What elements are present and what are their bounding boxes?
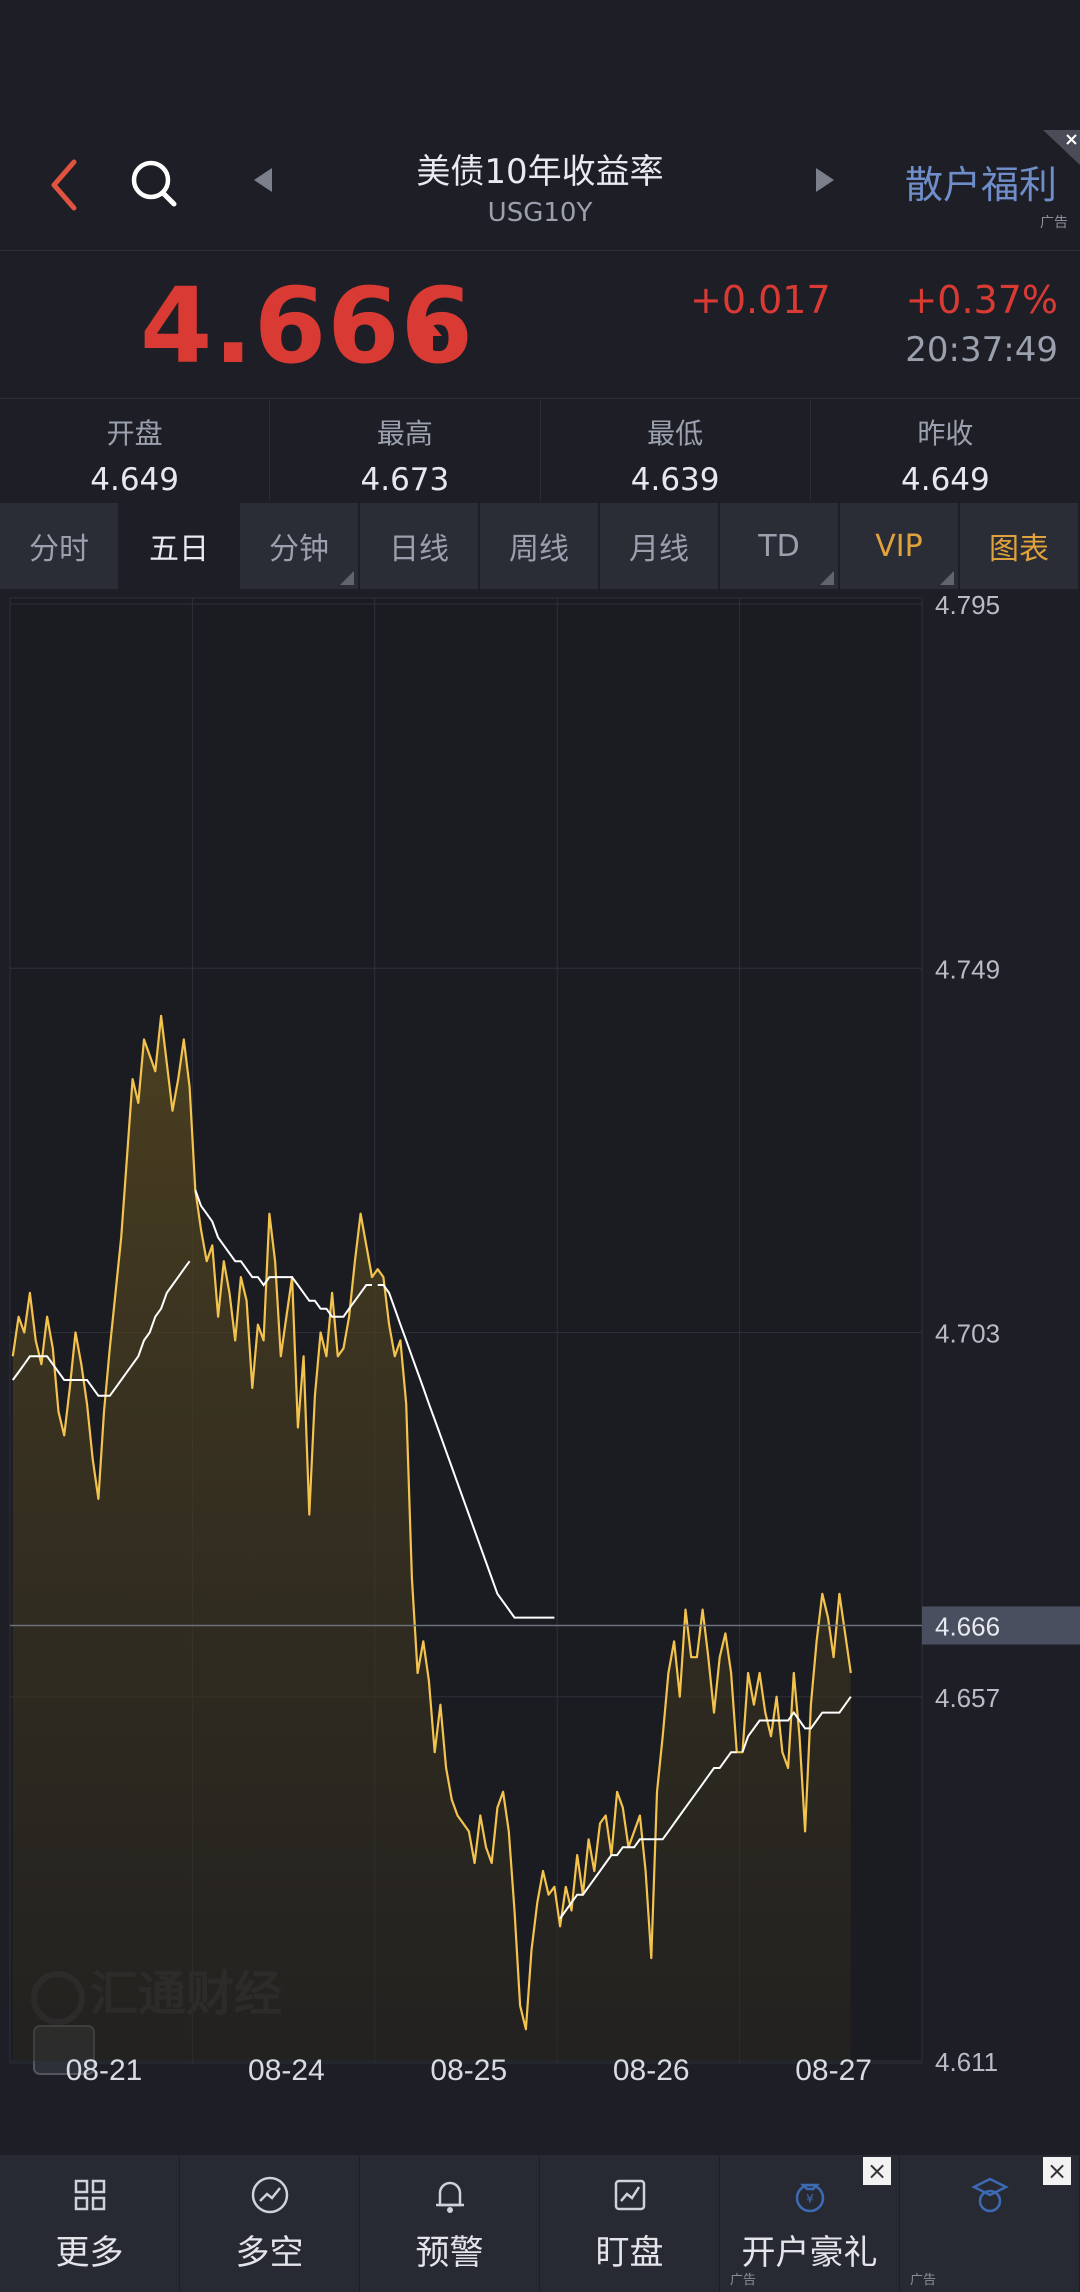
stat-value: 4.639 <box>630 462 720 498</box>
nav-label: 更多 <box>55 2233 124 2273</box>
stat-label: 最高 <box>376 417 433 450</box>
tab-label: TD <box>758 528 800 564</box>
header: 美债10年收益率 USG10Y 散户福利 广告 <box>0 130 1080 250</box>
tab-5[interactable]: 月线 <box>600 503 720 589</box>
ad-label: 广告 <box>730 2273 757 2288</box>
page-title: 美债10年收益率 <box>416 152 664 192</box>
divider <box>0 398 1080 399</box>
current-price-label: 4.666 <box>935 1611 1000 1641</box>
tab-label: VIP <box>875 528 923 564</box>
y-tick-label: 4.703 <box>935 1319 1000 1349</box>
stat-value: 4.673 <box>360 462 450 498</box>
y-tick-label: 4.611 <box>935 2047 998 2077</box>
dropdown-corner-icon <box>940 571 954 585</box>
stat-value: 4.649 <box>901 462 990 498</box>
stat-value: 4.649 <box>90 462 179 498</box>
tab-7[interactable]: VIP <box>840 503 960 589</box>
y-tick-label: 4.749 <box>935 954 1000 984</box>
quote-time: 20:37:49 <box>905 330 1058 370</box>
tab-label: 五日 <box>149 532 209 567</box>
back-arrow-icon[interactable] <box>40 150 90 220</box>
y-tick-label: 4.795 <box>935 590 1000 620</box>
tab-label: 日线 <box>389 532 449 567</box>
tab-label: 月线 <box>629 532 689 567</box>
tab-1[interactable]: 五日 <box>120 503 240 589</box>
x-tick-label: 08-24 <box>248 2054 325 2087</box>
stat-label: 昨收 <box>917 417 974 450</box>
close-ad-icon[interactable] <box>1043 130 1080 165</box>
bell-icon <box>435 2181 464 2213</box>
price-change-percent: +0.37% <box>905 278 1058 322</box>
trend-circle-icon <box>251 2176 288 2214</box>
nav-item-3[interactable]: 盯盘 <box>540 2155 720 2292</box>
close-icon[interactable]: × <box>1043 2157 1071 2185</box>
nav-item-4[interactable]: ¥ 开户豪礼 × 广告 <box>720 2155 900 2292</box>
tab-2[interactable]: 分钟 <box>240 503 360 589</box>
nav-item-0[interactable]: 更多 <box>0 2155 180 2292</box>
svg-text:¥: ¥ <box>806 2192 814 2206</box>
nav-label: 开户豪礼 <box>741 2233 878 2273</box>
tab-8[interactable]: 图表 <box>960 503 1080 589</box>
nav-item-1[interactable]: 多空 <box>180 2155 360 2292</box>
nav-label: 多空 <box>235 2233 304 2273</box>
tab-4[interactable]: 周线 <box>480 503 600 589</box>
x-tick-label: 08-25 <box>430 2054 507 2087</box>
previous-symbol-icon[interactable] <box>248 160 278 200</box>
nav-label: 预警 <box>415 2233 484 2273</box>
tab-3[interactable]: 日线 <box>360 503 480 589</box>
promo-link[interactable]: 散户福利 <box>905 154 1057 209</box>
tab-label: 周线 <box>509 532 569 567</box>
ad-label: 广告 <box>910 2273 937 2288</box>
grid-icon <box>74 2179 105 2211</box>
stat-open: 开盘 4.649 <box>0 400 271 500</box>
ad-label: 广告 <box>1040 215 1068 231</box>
chart-period-tabs: 分时 五日 分钟 日线 周线 月线 TD VIP 图表 <box>0 503 1080 589</box>
education-icon <box>970 2177 1009 2213</box>
stat-label: 开盘 <box>106 417 163 450</box>
bottom-toolbar: 更多 多空 预警 盯盘 ¥ 开户豪礼 × 广告 × 广告 <box>0 2155 1080 2292</box>
tab-label: 图表 <box>989 532 1049 567</box>
price-change: +0.017 <box>690 278 831 322</box>
dropdown-corner-icon <box>820 571 834 585</box>
stat-label: 最低 <box>647 417 704 450</box>
y-tick-label: 4.657 <box>935 1683 1000 1713</box>
tab-0[interactable]: 分时 <box>0 503 120 589</box>
watch-chart-icon <box>614 2179 645 2211</box>
tab-6[interactable]: TD <box>720 503 840 589</box>
x-tick-label: 08-21 <box>66 2054 143 2087</box>
stats-bar: 开盘 4.649 最高 4.673 最低 4.639 昨收 4.649 <box>0 400 1080 500</box>
x-tick-label: 08-26 <box>613 2054 690 2087</box>
up-arrow-icon <box>416 320 442 356</box>
tab-label: 分时 <box>29 532 89 567</box>
next-symbol-icon[interactable] <box>810 160 840 200</box>
stat-prev-close: 昨收 4.649 <box>811 400 1080 500</box>
money-bag-icon: ¥ <box>795 2183 824 2213</box>
nav-label: 盯盘 <box>595 2233 664 2273</box>
close-icon[interactable]: × <box>863 2157 891 2185</box>
nav-item-5[interactable]: × 广告 <box>900 2155 1080 2292</box>
stat-high: 最高 4.673 <box>270 400 541 500</box>
five-day-chart[interactable]: 4.7954.7494.7034.6574.611汇通财经4.66608-210… <box>0 590 1080 2090</box>
x-tick-label: 08-27 <box>795 2054 872 2087</box>
symbol-code: USG10Y <box>487 198 593 228</box>
search-icon[interactable] <box>124 148 184 218</box>
dropdown-corner-icon <box>340 571 354 585</box>
nav-item-2[interactable]: 预警 <box>360 2155 540 2292</box>
divider <box>0 250 1080 251</box>
tab-label: 分钟 <box>269 532 329 567</box>
stat-low: 最低 4.639 <box>541 400 811 500</box>
